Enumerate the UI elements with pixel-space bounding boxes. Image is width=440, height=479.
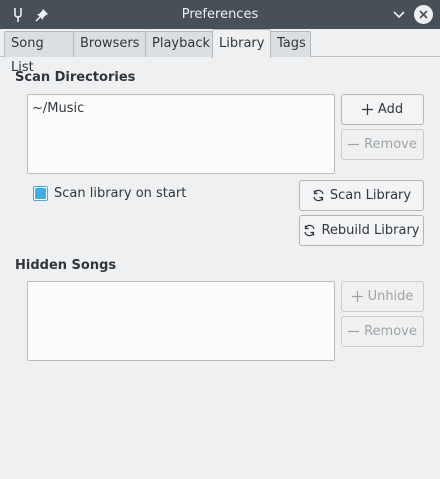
plus-icon [351,291,363,302]
tab-song-list[interactable]: Song List [4,31,74,75]
plus-icon [361,104,373,115]
hidden-songs-list[interactable] [27,281,335,361]
scan-library-button[interactable]: Scan Library [299,180,424,211]
checkbox-checked-mark [35,188,46,199]
unhide-button[interactable]: Unhide [341,281,424,312]
close-icon [419,10,428,19]
tab-playback[interactable]: Playback [145,31,213,57]
tab-tags[interactable]: Tags [270,31,311,57]
close-button[interactable] [414,5,433,24]
window-titlebar: Preferences [0,0,440,29]
scan-directories-list[interactable]: ~/Music [27,94,335,174]
tab-library[interactable]: Library [212,29,271,58]
minus-icon [348,330,360,333]
directory-item[interactable]: ~/Music [32,101,84,116]
add-directory-button[interactable]: Add [341,94,424,125]
minus-icon [348,143,360,146]
remove-directory-button[interactable]: Remove [341,129,424,160]
unhide-label: Unhide [367,289,414,304]
add-label: Add [377,102,404,117]
minimize-button[interactable] [389,5,408,24]
scan-on-start-option[interactable]: Scan library on start [33,186,186,201]
scan-on-start-checkbox[interactable] [33,186,48,201]
refresh-icon [304,224,316,237]
scan-directories-heading: Scan Directories [15,70,136,85]
tab-browsers[interactable]: Browsers [73,31,146,57]
refresh-icon [313,189,324,202]
rebuild-library-label: Rebuild Library [321,223,420,238]
window-title: Preferences [181,7,259,22]
chevron-down-icon [392,10,405,18]
tab-bar: Song List Browsers Playback Library Tags [0,29,440,75]
remove-hidden-button[interactable]: Remove [341,316,424,347]
hidden-songs-heading: Hidden Songs [15,258,117,273]
scan-library-label: Scan Library [329,188,412,203]
rebuild-library-button[interactable]: Rebuild Library [299,215,424,246]
remove-hidden-label: Remove [364,324,417,339]
scan-on-start-label: Scan library on start [54,186,187,201]
remove-label: Remove [364,137,417,152]
